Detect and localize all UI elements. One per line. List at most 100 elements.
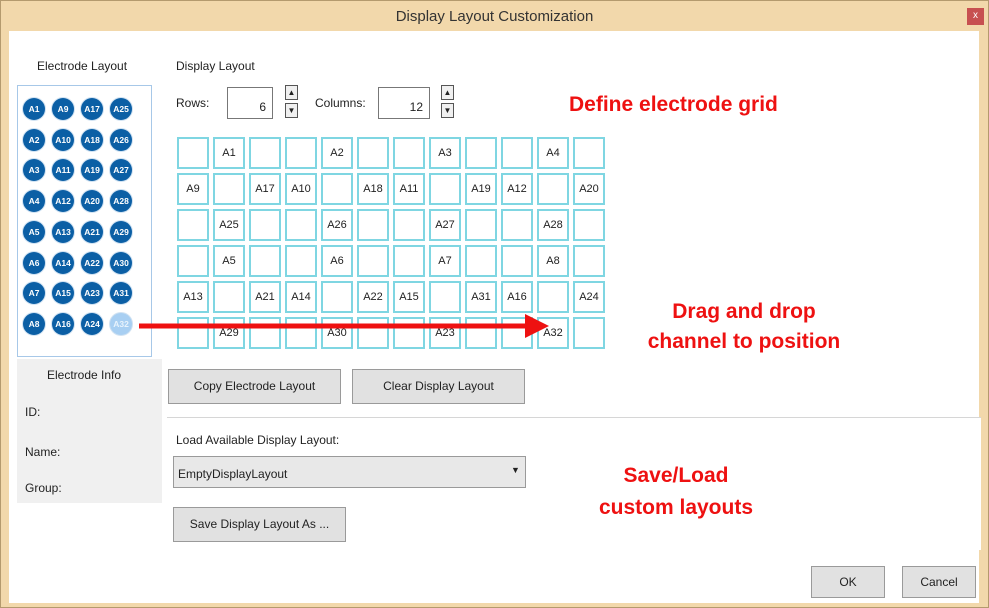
grid-cell[interactable]: A5 <box>213 245 245 277</box>
save-display-layout-as-button[interactable]: Save Display Layout As ... <box>173 507 346 542</box>
electrode-button[interactable]: A28 <box>110 190 132 213</box>
grid-cell[interactable]: A7 <box>429 245 461 277</box>
grid-cell[interactable] <box>357 137 389 169</box>
close-button[interactable]: x <box>967 8 984 25</box>
grid-cell[interactable] <box>393 209 425 241</box>
electrode-button[interactable]: A14 <box>52 251 74 274</box>
electrode-button[interactable]: A22 <box>81 251 103 274</box>
electrode-button[interactable]: A20 <box>81 190 103 213</box>
columns-up-button[interactable]: ▲ <box>441 85 454 100</box>
grid-cell[interactable]: A10 <box>285 173 317 205</box>
grid-cell[interactable]: A17 <box>249 173 281 205</box>
electrode-button[interactable]: A8 <box>23 312 45 335</box>
grid-cell[interactable]: A4 <box>537 137 569 169</box>
grid-cell[interactable] <box>321 173 353 205</box>
grid-cell[interactable]: A16 <box>501 281 533 313</box>
electrode-button[interactable]: A6 <box>23 251 45 274</box>
electrode-button[interactable]: A1 <box>23 98 45 120</box>
grid-cell[interactable] <box>285 137 317 169</box>
grid-cell[interactable]: A9 <box>177 173 209 205</box>
grid-cell[interactable]: A23 <box>429 317 461 349</box>
electrode-button[interactable]: A21 <box>81 220 103 243</box>
grid-cell[interactable] <box>465 317 497 349</box>
grid-cell[interactable] <box>213 281 245 313</box>
layout-select[interactable]: EmptyDisplayLayout <box>173 456 526 488</box>
grid-cell[interactable] <box>249 245 281 277</box>
grid-cell[interactable] <box>285 245 317 277</box>
grid-cell[interactable] <box>285 209 317 241</box>
grid-cell[interactable] <box>573 137 605 169</box>
grid-cell[interactable] <box>393 137 425 169</box>
grid-cell[interactable]: A1 <box>213 137 245 169</box>
grid-cell[interactable] <box>177 317 209 349</box>
grid-cell[interactable] <box>465 137 497 169</box>
grid-cell[interactable]: A21 <box>249 281 281 313</box>
electrode-button[interactable]: A4 <box>23 190 45 213</box>
grid-cell[interactable] <box>321 281 353 313</box>
electrode-button[interactable]: A17 <box>81 98 103 120</box>
electrode-button[interactable]: A9 <box>52 98 74 120</box>
grid-cell[interactable] <box>357 245 389 277</box>
grid-cell[interactable] <box>573 245 605 277</box>
electrode-button[interactable]: A30 <box>110 251 132 274</box>
rows-down-button[interactable]: ▼ <box>285 103 298 118</box>
electrode-button[interactable]: A26 <box>110 128 132 151</box>
grid-cell[interactable] <box>465 245 497 277</box>
electrode-button[interactable]: A24 <box>81 312 103 335</box>
grid-cell[interactable]: A29 <box>213 317 245 349</box>
grid-cell[interactable]: A12 <box>501 173 533 205</box>
grid-cell[interactable] <box>429 173 461 205</box>
grid-cell[interactable] <box>213 173 245 205</box>
grid-cell[interactable] <box>177 245 209 277</box>
grid-cell[interactable]: A22 <box>357 281 389 313</box>
grid-cell[interactable]: A2 <box>321 137 353 169</box>
electrode-button[interactable]: A2 <box>23 128 45 151</box>
grid-cell[interactable]: A14 <box>285 281 317 313</box>
grid-cell[interactable] <box>501 245 533 277</box>
rows-up-button[interactable]: ▲ <box>285 85 298 100</box>
grid-cell[interactable] <box>249 209 281 241</box>
cancel-button[interactable]: Cancel <box>902 566 976 598</box>
grid-cell[interactable]: A30 <box>321 317 353 349</box>
rows-input[interactable]: 6 <box>227 87 273 119</box>
grid-cell[interactable] <box>537 281 569 313</box>
grid-cell[interactable] <box>249 317 281 349</box>
grid-cell[interactable] <box>573 317 605 349</box>
electrode-button[interactable]: A10 <box>52 128 74 151</box>
electrode-button[interactable]: A16 <box>52 312 74 335</box>
ok-button[interactable]: OK <box>811 566 885 598</box>
grid-cell[interactable] <box>177 209 209 241</box>
grid-cell[interactable]: A32 <box>537 317 569 349</box>
grid-cell[interactable]: A26 <box>321 209 353 241</box>
grid-cell[interactable] <box>465 209 497 241</box>
copy-electrode-layout-button[interactable]: Copy Electrode Layout <box>168 369 341 404</box>
grid-cell[interactable]: A27 <box>429 209 461 241</box>
electrode-button[interactable]: A18 <box>81 128 103 151</box>
grid-cell[interactable]: A6 <box>321 245 353 277</box>
grid-cell[interactable] <box>177 137 209 169</box>
electrode-button[interactable]: A13 <box>52 220 74 243</box>
electrode-button[interactable]: A5 <box>23 220 45 243</box>
grid-cell[interactable]: A25 <box>213 209 245 241</box>
grid-cell[interactable]: A13 <box>177 281 209 313</box>
grid-cell[interactable] <box>573 209 605 241</box>
electrode-button[interactable]: A12 <box>52 190 74 213</box>
grid-cell[interactable]: A19 <box>465 173 497 205</box>
title-bar[interactable]: Display Layout Customization x <box>1 1 988 31</box>
grid-cell[interactable]: A15 <box>393 281 425 313</box>
grid-cell[interactable]: A11 <box>393 173 425 205</box>
grid-cell[interactable] <box>501 317 533 349</box>
grid-cell[interactable]: A28 <box>537 209 569 241</box>
electrode-button[interactable]: A29 <box>110 220 132 243</box>
grid-cell[interactable] <box>285 317 317 349</box>
grid-cell[interactable] <box>537 173 569 205</box>
grid-cell[interactable] <box>501 137 533 169</box>
grid-cell[interactable]: A8 <box>537 245 569 277</box>
electrode-button[interactable]: A32 <box>110 312 132 335</box>
grid-cell[interactable] <box>501 209 533 241</box>
grid-cell[interactable]: A3 <box>429 137 461 169</box>
grid-cell[interactable]: A20 <box>573 173 605 205</box>
grid-cell[interactable] <box>393 317 425 349</box>
grid-cell[interactable] <box>357 317 389 349</box>
grid-cell[interactable] <box>393 245 425 277</box>
